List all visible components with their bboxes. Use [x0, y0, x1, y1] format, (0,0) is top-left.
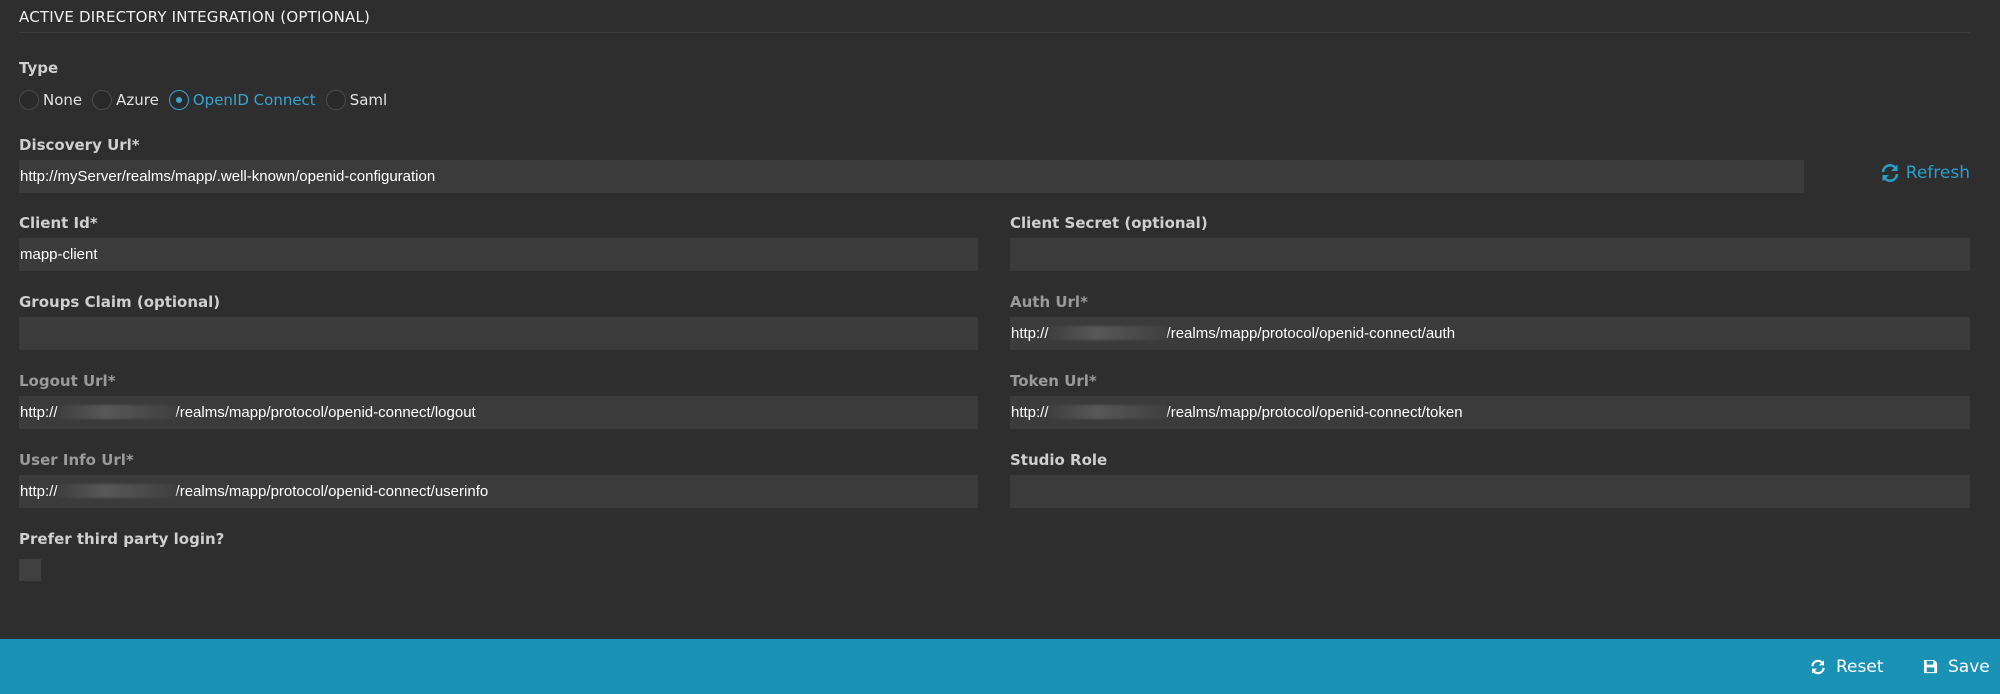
groups-claim-label: Groups Claim (optional): [19, 293, 221, 311]
save-button[interactable]: Save: [1923, 639, 1990, 694]
redacted-host: [57, 484, 176, 498]
prefer-third-party-checkbox[interactable]: [19, 559, 41, 581]
auth-url-input[interactable]: http:// /realms/mapp/protocol/openid-conn…: [1010, 317, 1970, 350]
section-divider: [19, 32, 1970, 33]
userinfo-url-prefix: http://: [20, 483, 58, 500]
redacted-host: [1048, 326, 1167, 340]
prefer-third-party-label: Prefer third party login?: [19, 530, 225, 548]
radio-none-circle[interactable]: [19, 90, 39, 110]
radio-azure-circle[interactable]: [92, 90, 113, 110]
auth-url-suffix: /realms/mapp/protocol/openid-connect/aut…: [1166, 325, 1456, 342]
radio-openid-connect-circle[interactable]: [168, 90, 189, 110]
radio-azure[interactable]: Azure: [92, 90, 169, 110]
auth-url-label: Auth Url*: [1010, 293, 1088, 311]
radio-none-label[interactable]: None: [43, 91, 82, 109]
refresh-button[interactable]: Refresh: [1880, 163, 1970, 183]
reset-button[interactable]: Reset: [1810, 639, 1884, 694]
refresh-label[interactable]: Refresh: [1906, 163, 1970, 183]
radio-openid-connect[interactable]: OpenID Connect: [168, 90, 326, 110]
discovery-url-input[interactable]: http://myServer/realms/mapp/.well-known/…: [19, 160, 1804, 193]
logout-url-suffix: /realms/mapp/protocol/openid-connect/log…: [175, 404, 476, 421]
logout-url-input[interactable]: http:// /realms/mapp/protocol/openid-conn…: [19, 396, 978, 429]
userinfo-url-label: User Info Url*: [19, 451, 134, 469]
redacted-host: [1048, 405, 1167, 419]
userinfo-url-input[interactable]: http:// /realms/mapp/protocol/openid-conn…: [19, 475, 978, 508]
client-secret-input[interactable]: [1010, 238, 1970, 271]
ad-integration-page: ACTIVE DIRECTORY INTEGRATION (OPTIONAL) …: [0, 0, 2000, 694]
client-id-label: Client Id*: [19, 214, 98, 232]
studio-role-input[interactable]: [1010, 475, 1970, 508]
auth-url-prefix: http://: [1011, 325, 1049, 342]
type-radio-group: None Azure OpenID Connect Saml: [19, 89, 397, 111]
refresh-icon: [1881, 164, 1899, 182]
radio-openid-connect-label[interactable]: OpenID Connect: [193, 91, 316, 109]
token-url-input[interactable]: http:// /realms/mapp/protocol/openid-conn…: [1010, 396, 1970, 429]
section-title: ACTIVE DIRECTORY INTEGRATION (OPTIONAL): [19, 8, 371, 26]
token-url-suffix: /realms/mapp/protocol/openid-connect/tok…: [1166, 404, 1463, 421]
radio-saml-label[interactable]: Saml: [350, 91, 388, 109]
client-secret-label: Client Secret (optional): [1010, 214, 1208, 232]
save-label[interactable]: Save: [1948, 657, 1990, 677]
footer-bar: Reset Save: [0, 639, 2000, 694]
save-icon: [1923, 659, 1938, 674]
type-label: Type: [19, 59, 59, 77]
reset-icon: [1811, 659, 1825, 674]
userinfo-url-suffix: /realms/mapp/protocol/openid-connect/use…: [175, 483, 489, 500]
radio-none[interactable]: None: [19, 90, 92, 110]
radio-saml[interactable]: Saml: [325, 90, 398, 110]
redacted-host: [57, 405, 176, 419]
client-id-input[interactable]: mapp-client: [19, 238, 978, 271]
token-url-label: Token Url*: [1010, 372, 1097, 390]
token-url-prefix: http://: [1011, 404, 1049, 421]
reset-label[interactable]: Reset: [1836, 657, 1884, 677]
radio-azure-label[interactable]: Azure: [116, 91, 159, 109]
studio-role-label: Studio Role: [1010, 451, 1108, 469]
groups-claim-input[interactable]: [19, 317, 978, 350]
discovery-url-label: Discovery Url*: [19, 136, 140, 154]
logout-url-label: Logout Url*: [19, 372, 116, 390]
radio-saml-circle[interactable]: [325, 90, 346, 110]
logout-url-prefix: http://: [20, 404, 58, 421]
